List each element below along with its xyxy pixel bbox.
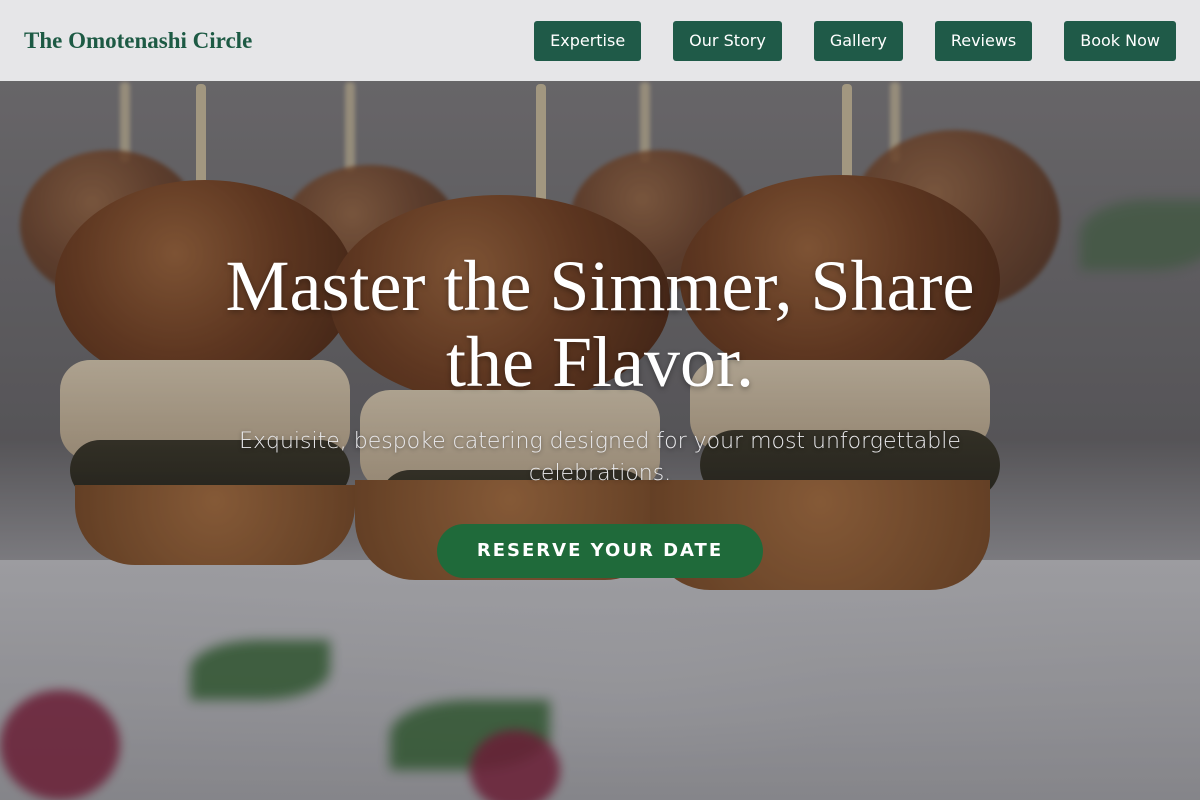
nav-reviews-button[interactable]: Reviews	[934, 20, 1033, 61]
nav-our-story-button[interactable]: Our Story	[673, 20, 782, 61]
nav-links: Expertise Our Story Gallery Reviews Book…	[534, 20, 1176, 61]
reserve-date-button[interactable]: RESERVE YOUR DATE	[436, 524, 764, 578]
nav-expertise-button[interactable]: Expertise	[534, 20, 642, 61]
top-navbar: The Omotenashi Circle Expertise Our Stor…	[0, 0, 1200, 81]
hero-subheadline: Exquisite, bespoke catering designed for…	[239, 429, 961, 486]
hero-section: Master the Simmer, Share the Flavor. Exq…	[0, 248, 1200, 578]
nav-book-now-button[interactable]: Book Now	[1064, 20, 1176, 61]
nav-gallery-button[interactable]: Gallery	[813, 20, 903, 61]
hero-headline: Master the Simmer, Share the Flavor.	[225, 246, 975, 402]
brand-logo-text[interactable]: The Omotenashi Circle	[24, 28, 252, 54]
